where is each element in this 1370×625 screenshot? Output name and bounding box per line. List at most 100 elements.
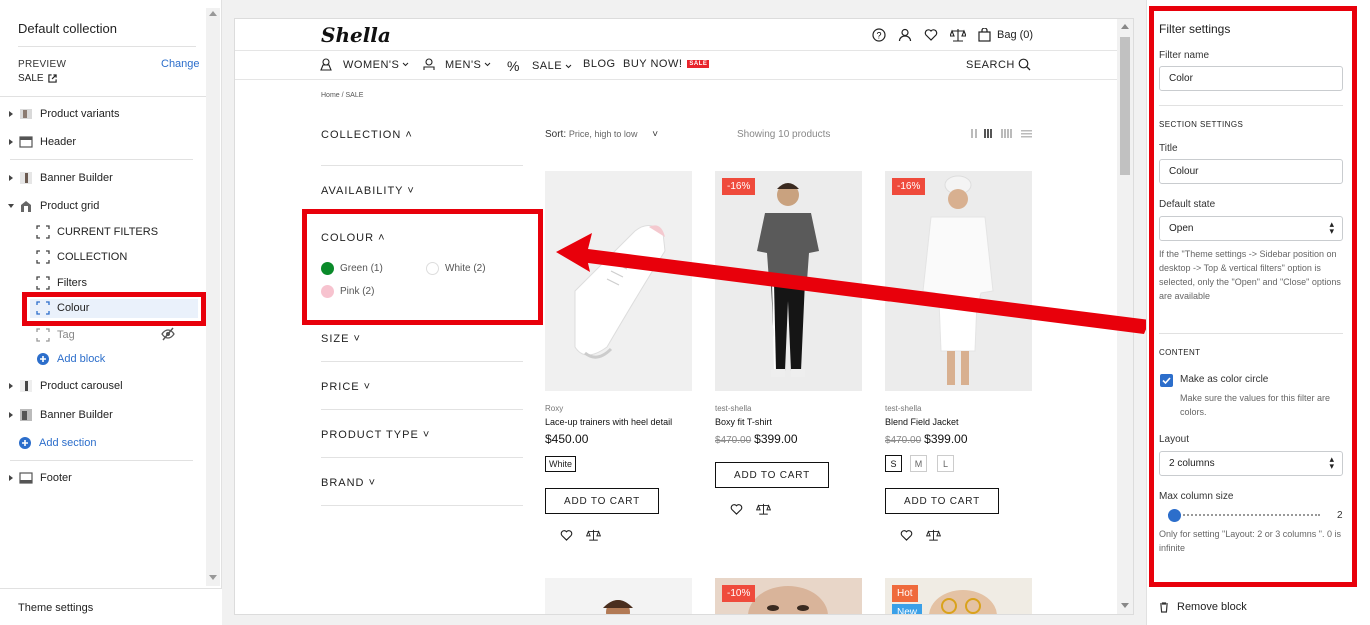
filter-size[interactable]: SIZE ˅ [321, 333, 361, 345]
block-icon [36, 225, 50, 239]
nav-divider [235, 79, 1119, 80]
scroll-down-arrow-icon[interactable] [1121, 603, 1129, 609]
remove-block-button[interactable]: Remove block [1159, 601, 1247, 613]
tree-item-product-grid[interactable]: Product grid [7, 197, 99, 215]
compare-scales-icon[interactable] [756, 503, 771, 515]
add-to-cart-button[interactable]: ADD TO CART [885, 488, 999, 514]
chevron-down-icon [565, 64, 572, 68]
add-to-cart-button[interactable]: ADD TO CART [715, 462, 829, 488]
size-option[interactable]: S [885, 455, 902, 472]
divider [18, 46, 196, 47]
product-image[interactable]: Hot New [885, 578, 1032, 614]
filter-product-type[interactable]: PRODUCT TYPE ˅ [321, 429, 430, 441]
help-icon[interactable]: ? [872, 28, 886, 42]
nav-search[interactable]: SEARCH [966, 58, 1031, 71]
nav-buy-now[interactable]: BUY NOW! SALE [623, 58, 710, 70]
scroll-up-arrow-icon[interactable] [1121, 23, 1129, 29]
size-option[interactable]: M [910, 455, 927, 472]
discount-badge: -10% [722, 585, 756, 602]
store-logo[interactable]: Shella [321, 23, 391, 47]
sidebar-title: Default collection [18, 21, 117, 36]
block-tag[interactable]: Tag [36, 326, 75, 344]
caret-down-icon[interactable] [7, 202, 15, 210]
product-name[interactable]: Blend Field Jacket [885, 417, 959, 427]
filter-divider [321, 505, 523, 506]
filter-brand[interactable]: BRAND ˅ [321, 477, 376, 489]
sidebar-scrollbar[interactable] [206, 8, 220, 586]
compare-scales-icon[interactable] [586, 529, 601, 541]
change-preview-link[interactable]: Change [161, 58, 200, 70]
tree-item-header[interactable]: Header [7, 133, 76, 151]
filter-title: COLLECTION [321, 129, 402, 141]
filter-availability[interactable]: AVAILABILITY ˅ [321, 185, 415, 197]
product-count: Showing 10 products [737, 129, 831, 140]
wishlist-heart-icon[interactable] [560, 529, 573, 541]
wishlist-heart-icon[interactable] [730, 503, 743, 515]
compare-scales-icon[interactable] [926, 529, 941, 541]
block-collection[interactable]: COLLECTION [36, 248, 127, 266]
block-filters[interactable]: Filters [36, 274, 87, 292]
caret-right-icon[interactable] [7, 174, 15, 182]
nav-womens[interactable]: WOMEN'S [319, 58, 409, 71]
caret-right-icon[interactable] [7, 411, 15, 419]
footer-section-icon [19, 472, 33, 484]
tree-item-label: Product variants [40, 108, 120, 120]
variant-option[interactable]: White [545, 456, 577, 472]
add-block-label: Add block [57, 353, 106, 365]
product-name[interactable]: Lace-up trainers with heel detail [545, 417, 672, 427]
add-section-button[interactable]: Add section [18, 434, 96, 452]
theme-settings-link[interactable]: Theme settings [18, 602, 93, 614]
wishlist-heart-icon[interactable] [924, 28, 938, 42]
wishlist-heart-icon[interactable] [900, 529, 913, 541]
tree-item-product-carousel[interactable]: Product carousel [7, 377, 123, 395]
sale-badge: SALE [687, 60, 710, 68]
preview-value: SALE [18, 73, 57, 84]
scroll-up-arrow-icon[interactable] [209, 10, 217, 16]
scroll-down-arrow-icon[interactable] [209, 575, 217, 581]
product-image[interactable] [545, 578, 692, 614]
add-to-cart-button[interactable]: ADD TO CART [545, 488, 659, 514]
annotation-highlight-box [1149, 6, 1357, 587]
eye-hidden-icon[interactable] [161, 327, 175, 341]
filter-price[interactable]: PRICE ˅ [321, 381, 371, 393]
product-image[interactable]: -16% [885, 171, 1032, 391]
product-vendor: test-shella [715, 404, 752, 413]
nav-sale[interactable]: % SALE [507, 58, 572, 74]
nav-label: BUY NOW! [623, 58, 683, 70]
block-icon [36, 250, 50, 264]
product-vendor: test-shella [885, 404, 922, 413]
block-current-filters[interactable]: CURRENT FILTERS [36, 223, 158, 241]
size-option[interactable]: L [937, 455, 954, 472]
grid-view-toggle-icon[interactable] [971, 129, 1033, 138]
section-thumbnail-icon [20, 380, 32, 392]
compare-scales-icon[interactable] [950, 28, 966, 42]
tree-item-product-variants[interactable]: Product variants [7, 105, 119, 123]
external-link-icon[interactable] [47, 74, 57, 83]
bag-icon[interactable] [978, 28, 991, 42]
theme-settings-footer[interactable]: Theme settings [0, 588, 222, 625]
sale-price: $399.00 [924, 432, 968, 446]
nav-mens[interactable]: MEN'S [423, 58, 491, 71]
product-image[interactable]: -10% [715, 578, 862, 614]
bag-count-label[interactable]: Bag (0) [997, 29, 1033, 41]
product-name[interactable]: Boxy fit T-shirt [715, 417, 772, 427]
filter-collection[interactable]: COLLECTION ˄ [321, 129, 413, 141]
caret-right-icon[interactable] [7, 382, 15, 390]
account-icon[interactable] [898, 28, 912, 42]
tree-item-footer[interactable]: Footer [7, 469, 72, 487]
caret-right-icon[interactable] [7, 138, 15, 146]
preview-scrollbar-thumb[interactable] [1120, 37, 1130, 175]
sort-select[interactable]: Sort: Price, high to low ˅ [545, 129, 658, 140]
tree-item-banner-builder[interactable]: Banner Builder [7, 169, 113, 187]
tree-item-banner-builder-2[interactable]: Banner Builder [7, 406, 113, 424]
caret-right-icon[interactable] [7, 474, 15, 482]
product-image[interactable] [545, 171, 692, 391]
nav-blog[interactable]: BLOG [583, 58, 616, 70]
caret-right-icon[interactable] [7, 110, 15, 118]
new-badge: New [892, 604, 923, 614]
product-image[interactable]: -16% [715, 171, 862, 391]
add-section-label: Add section [39, 437, 97, 449]
section-thumbnail-icon [20, 109, 32, 119]
add-block-button[interactable]: Add block [36, 350, 105, 368]
filter-title: PRODUCT TYPE [321, 429, 419, 441]
